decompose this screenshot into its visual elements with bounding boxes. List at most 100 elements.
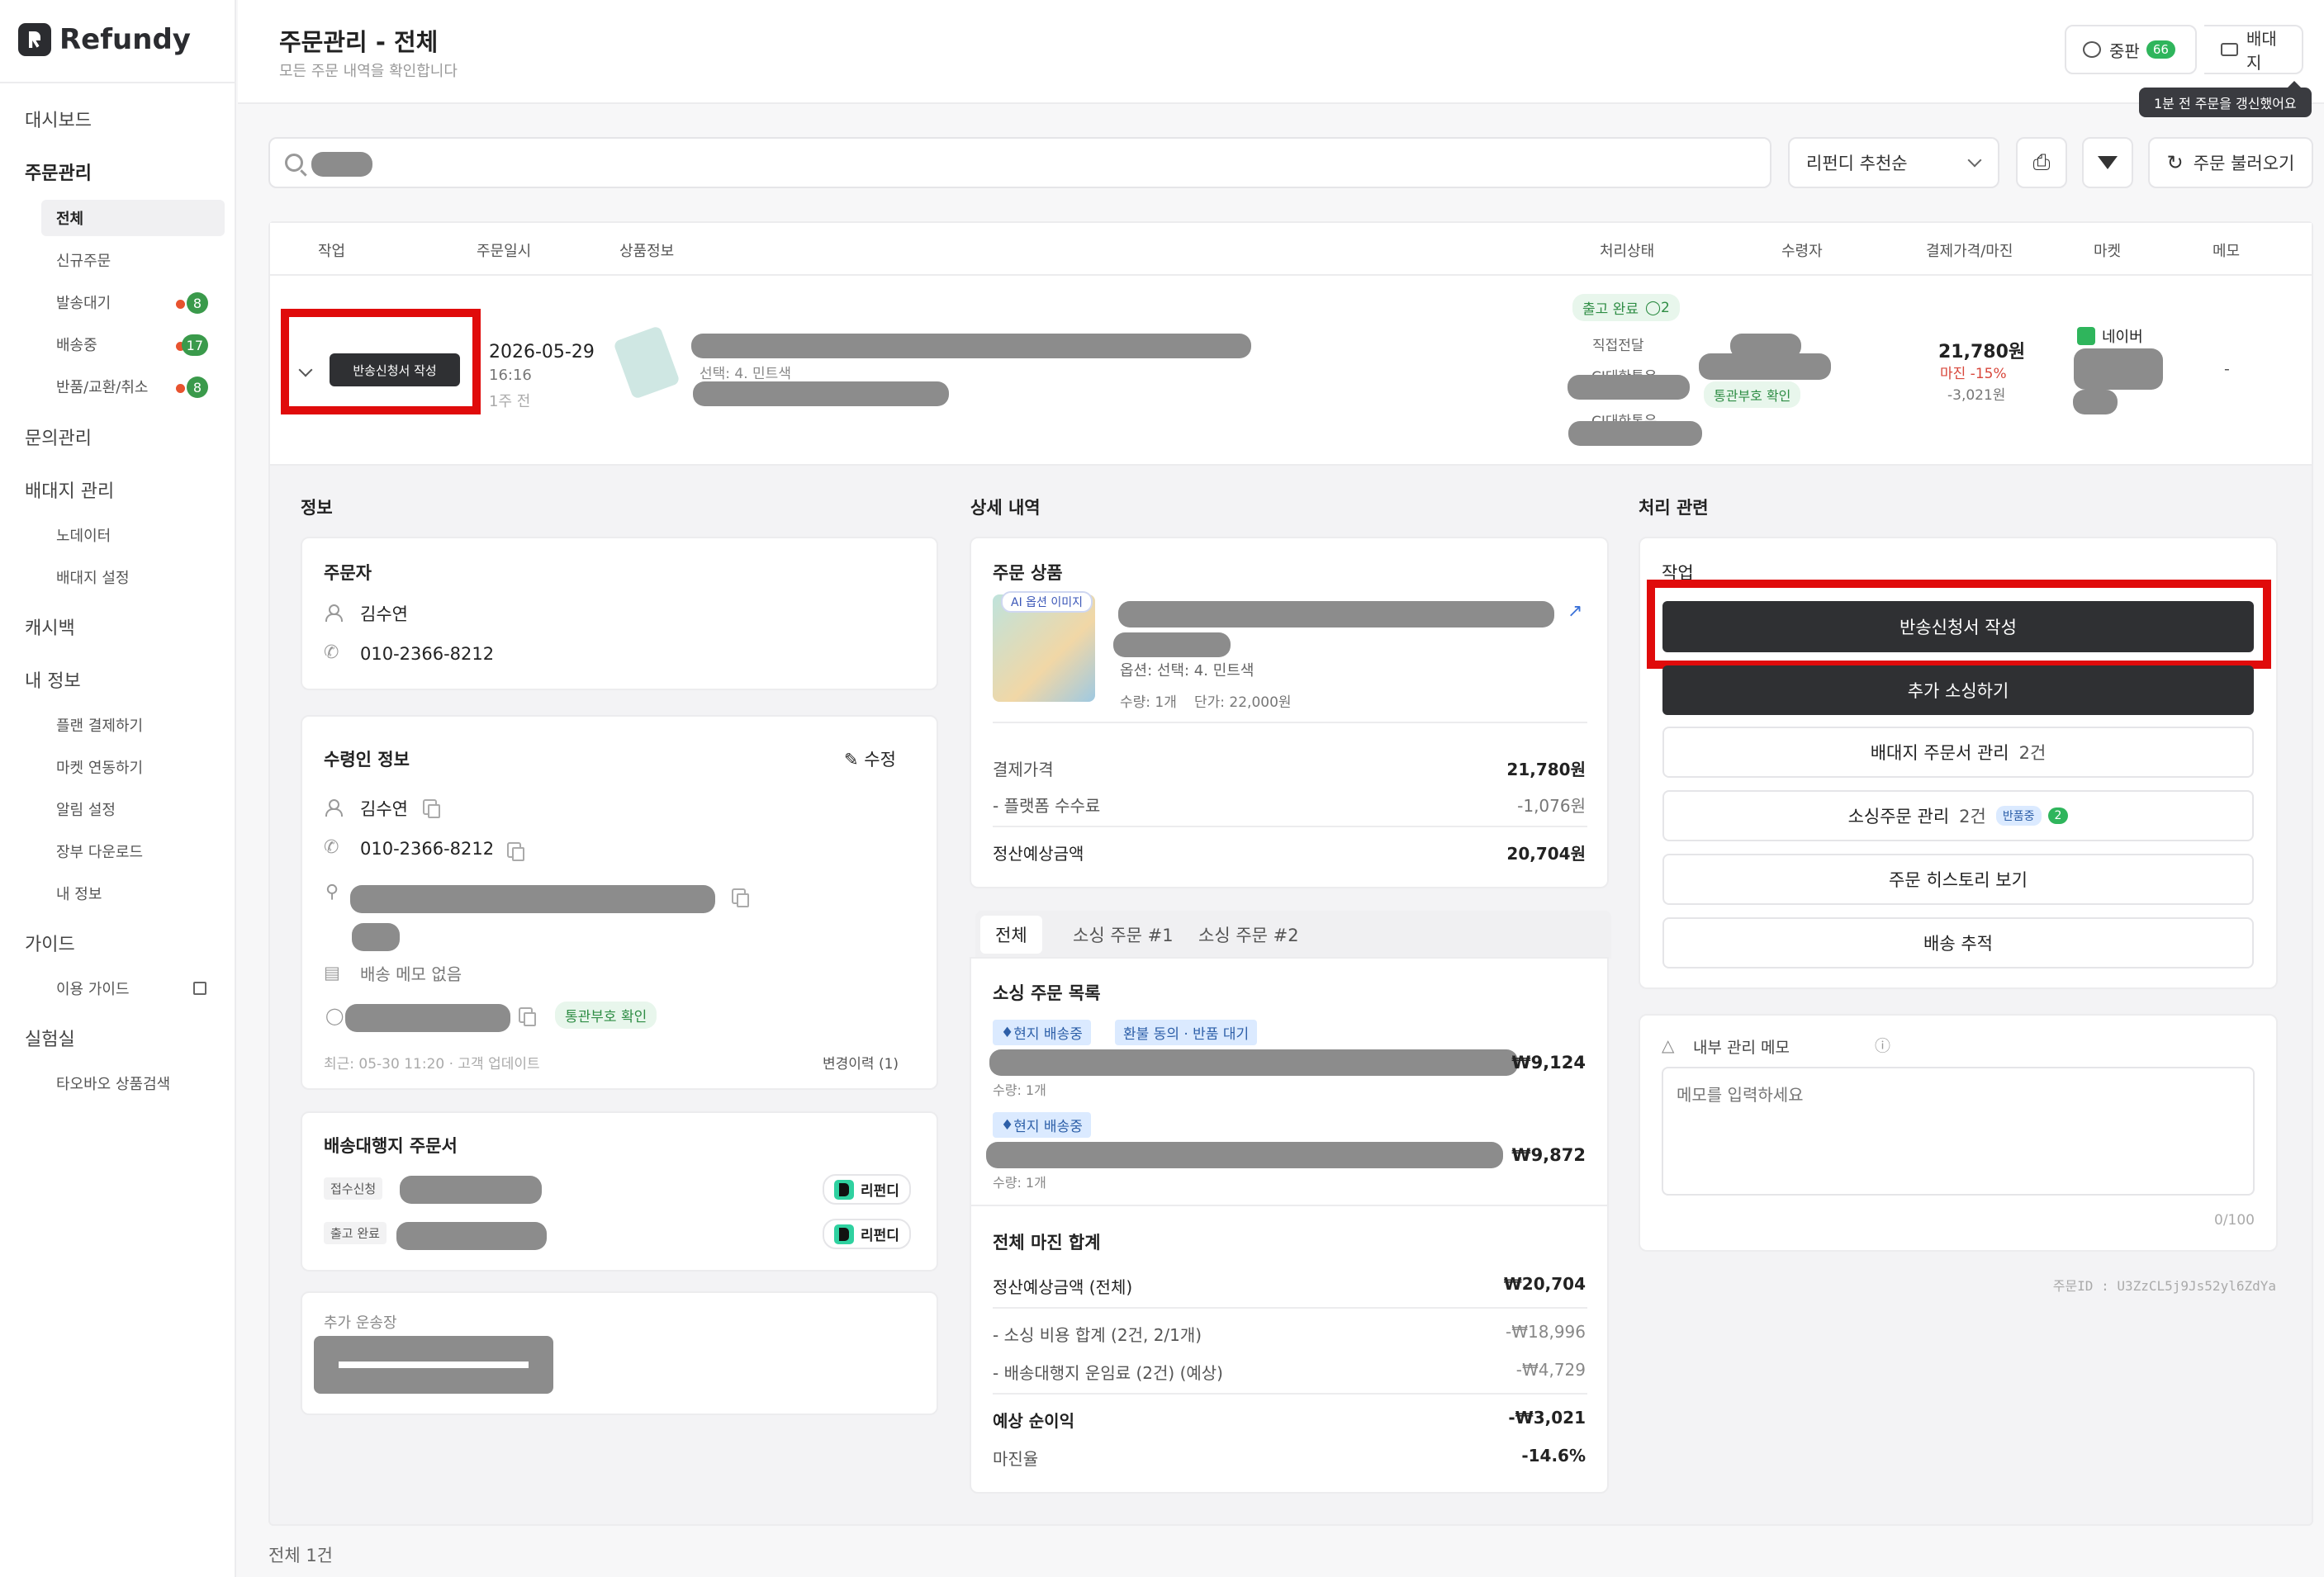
person-icon	[325, 604, 343, 624]
customs-check-badge[interactable]: 통관부호 확인	[555, 1002, 657, 1029]
nav-orders-pending[interactable]: 발송대기 8	[41, 284, 225, 320]
nav-notifications[interactable]: 알림 설정	[41, 791, 225, 827]
message-icon: ▤	[324, 963, 340, 983]
return-request-button[interactable]: 반송신청서 작성	[330, 353, 460, 386]
table-header: 작업 주문일시 상품정보 처리상태 수령자 결제가격/마진 마켓 메모	[270, 223, 2312, 276]
add-sourcing-button[interactable]: 추가 소싱하기	[1662, 665, 2254, 715]
redacted-market-id	[2073, 390, 2118, 414]
receiver-card: 수령인 정보 ✎ 수정 김수연 ✆ 010-2366-8212 ⚲ ▤ 배송 메…	[301, 715, 938, 1090]
divider	[993, 1393, 1587, 1395]
nav-user-guide[interactable]: 이용 가이드	[41, 970, 225, 1006]
net-profit-label: 예상 순이익	[993, 1411, 1074, 1431]
fee-label: - 플랫폼 수수료	[993, 796, 1101, 816]
memo-textarea[interactable]	[1662, 1067, 2255, 1196]
forwarder-orders-button[interactable]: 배대지 주문서 관리 2건	[1662, 727, 2254, 778]
margin-row-label: - 소싱 비용 합계 (2건, 2/1개)	[993, 1325, 1202, 1345]
nav-label: 반품/교환/취소	[56, 379, 149, 396]
margin-row-label: - 배송대행지 운임료 (2건) (예상)	[993, 1363, 1223, 1383]
track-delivery-button[interactable]: 배송 추적	[1662, 917, 2254, 968]
reload-orders-button[interactable]: ↻ 주문 불러오기	[2148, 137, 2313, 188]
nav-inquiry[interactable]: 문의관리	[25, 424, 92, 450]
nav-orders-returns[interactable]: 반품/교환/취소 8	[41, 368, 225, 405]
logo[interactable]: Refundy	[18, 23, 191, 56]
nav-forwarder-settings[interactable]: 배대지 설정	[41, 559, 225, 595]
naver-icon	[2077, 327, 2095, 345]
print-button[interactable]: ⎙	[2016, 137, 2067, 188]
nav-plan-payment[interactable]: 플랜 결제하기	[41, 707, 225, 743]
nav-forwarder[interactable]: 배대지 관리	[25, 476, 114, 503]
nav-ledger-download[interactable]: 장부 다운로드	[41, 833, 225, 869]
tab-sourcing-1[interactable]: 소싱 주문 #1	[1058, 916, 1188, 954]
nav-label: 전체	[56, 211, 84, 228]
nav-orders[interactable]: 주문관리	[25, 159, 92, 185]
board-label: 중판	[2109, 40, 2140, 61]
alert-dot	[176, 384, 185, 393]
external-link-icon[interactable]: ↗	[1568, 601, 1582, 622]
orderer-name: 김수연	[360, 604, 408, 624]
chat-bubble-icon	[2083, 41, 2101, 58]
forwarder-button[interactable]: 배대지	[2204, 25, 2303, 74]
button-label: 배대지 주문서 관리	[1870, 743, 2009, 763]
sort-select[interactable]: 리펀디 추천순	[1788, 137, 1999, 188]
refundy-tag: 리펀디	[823, 1174, 911, 1205]
tab-all[interactable]: 전체	[980, 916, 1042, 954]
order-history-button[interactable]: 주문 히스토리 보기	[1662, 854, 2254, 905]
divider	[993, 722, 1587, 723]
logo-text: Refundy	[59, 23, 191, 56]
orderer-phone: 010-2366-8212	[360, 644, 495, 664]
pencil-icon: ✎	[844, 750, 865, 770]
refundy-icon	[834, 1224, 854, 1244]
nav-orders-new[interactable]: 신규주문	[41, 242, 225, 278]
extra-waybill-title: 추가 운송장	[324, 1314, 397, 1332]
copy-icon[interactable]	[423, 799, 440, 818]
external-link-icon	[193, 982, 206, 995]
sourcing-qty: 수량: 1개	[993, 1082, 1046, 1098]
price: 21,780원	[1938, 342, 2026, 362]
search-input[interactable]	[268, 137, 1771, 188]
board-button[interactable]: 중판 66	[2065, 25, 2197, 74]
nav-market-link[interactable]: 마켓 연동하기	[41, 749, 225, 785]
tab-sourcing-2[interactable]: 소싱 주문 #2	[1183, 916, 1314, 954]
product-option: 선택: 4. 민트색	[700, 366, 791, 382]
copy-icon[interactable]	[507, 842, 524, 861]
nav-forwarder-nodata[interactable]: 노데이터	[41, 517, 225, 553]
refundy-tag: 리펀디	[823, 1219, 911, 1249]
nav-cashback[interactable]: 캐시백	[25, 613, 75, 640]
count-badge: 8	[187, 376, 208, 398]
forwarder-order-title: 배송대행지 주문서	[324, 1136, 458, 1156]
margin-row-value: -₩4,729	[1515, 1360, 1586, 1380]
customs-check-badge[interactable]: 통관부호 확인	[1704, 381, 1801, 408]
nav-myinfo[interactable]: 내 정보	[25, 666, 81, 693]
nav-guide[interactable]: 가이드	[25, 930, 75, 956]
return-request-button[interactable]: 반송신청서 작성	[1662, 601, 2254, 652]
sourcing-orders-button[interactable]: 소싱주문 관리 2건 반품중 2	[1662, 790, 2254, 841]
order-date: 2026-05-29	[489, 342, 595, 362]
copy-icon[interactable]	[732, 888, 749, 907]
redacted-sourcing-item	[986, 1142, 1503, 1168]
nav-lab[interactable]: 실험실	[25, 1025, 75, 1051]
nav-taobao-search[interactable]: 타오바오 상품검색	[41, 1065, 225, 1101]
nav-my-info[interactable]: 내 정보	[41, 875, 225, 912]
nav-label: 타오바오 상품검색	[56, 1076, 171, 1093]
location-pin-icon: ⚲	[325, 882, 339, 902]
redacted-forwarder-no	[396, 1222, 547, 1250]
button-count: 2건	[1959, 807, 1986, 826]
truck-icon: ♦	[1001, 1116, 1014, 1134]
nav-orders-shipping[interactable]: 배송중 17	[41, 326, 225, 362]
count-badge: 8	[187, 292, 208, 314]
table-row[interactable]: 반송신청서 작성 2026-05-29 16:16 1주 전 선택: 4. 민트…	[270, 276, 2312, 466]
nav-dashboard[interactable]: 대시보드	[25, 106, 92, 132]
nav-orders-all[interactable]: 전체	[41, 200, 225, 236]
refresh-icon: ↻	[2166, 151, 2184, 174]
tag-text: 현지 배송중	[1013, 1119, 1083, 1135]
col-market: 마켓	[2094, 243, 2122, 260]
change-history-link[interactable]: 변경이력 (1)	[823, 1052, 899, 1073]
order-product-card: 주문 상품 AI 옵션 이미지 ↗ 옵션: 선택: 4. 민트색 수량: 1개 …	[970, 537, 1609, 888]
filter-button[interactable]	[2082, 137, 2133, 188]
edit-button[interactable]: ✎ 수정	[844, 746, 896, 771]
phone-icon: ✆	[324, 837, 339, 858]
margin-title: 전체 마진 합계	[993, 1233, 1101, 1253]
redacted-waybill[interactable]	[314, 1336, 553, 1394]
status-tag: ♦ 현지 배송중	[993, 1020, 1091, 1045]
copy-icon[interactable]	[519, 1007, 536, 1026]
